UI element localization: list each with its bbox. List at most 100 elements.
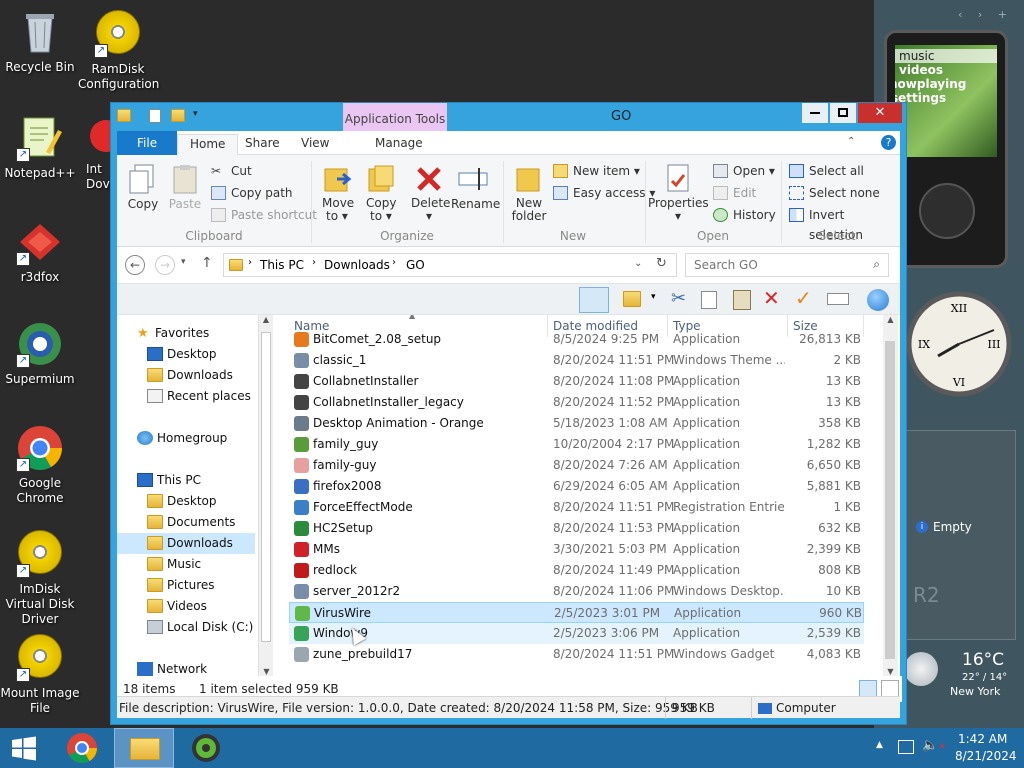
search-icon[interactable]: ⌕ — [873, 257, 880, 272]
nav-homegroup[interactable]: Homegroup — [137, 428, 227, 449]
breadcrumb-downloads[interactable]: Downloads — [324, 258, 390, 272]
weather-gadget[interactable]: 16°C 22° / 14° New York — [904, 640, 1020, 704]
new-folder-icon[interactable] — [171, 109, 185, 122]
properties-icon[interactable] — [149, 109, 161, 123]
zune-pad[interactable] — [919, 183, 975, 239]
start-button[interactable] — [0, 728, 48, 768]
cut-button[interactable]: ✂ Cut — [211, 161, 252, 181]
copy-icon[interactable] — [701, 291, 717, 309]
file-row[interactable]: VirusWire 2/5/2023 3:01 PM Application 960 … — [289, 602, 864, 623]
search-box[interactable]: ⌕ — [685, 253, 889, 277]
file-row[interactable]: BitComet_2.08_setup 8/5/2024 9:25 PM Appli… — [289, 329, 864, 350]
file-list-scrollbar[interactable]: ▲ ▼ — [883, 315, 898, 676]
select-none-button[interactable]: Select none — [789, 183, 880, 203]
taskbar-file-explorer[interactable] — [114, 728, 174, 768]
tray-overflow-icon[interactable]: ▲ — [876, 740, 883, 750]
history-button[interactable]: History — [713, 205, 776, 225]
properties-button[interactable]: Properties ▾ — [647, 163, 709, 223]
scroll-down-icon[interactable]: ▼ — [259, 667, 274, 676]
rename-icon[interactable] — [827, 293, 849, 305]
paste-button[interactable]: Paste — [167, 163, 203, 211]
nav-pc-music[interactable]: Music — [147, 554, 201, 575]
file-row[interactable]: CollabnetInstaller_legacy 8/20/2024 11:52… — [289, 392, 864, 413]
desktop-icon-imdisk[interactable]: ↗ ImDisk Virtual Disk Driver — [0, 528, 82, 627]
tab-view[interactable]: View — [289, 134, 341, 155]
nav-fav-desktop[interactable]: Desktop — [147, 344, 217, 365]
nav-pc-videos[interactable]: Videos — [147, 596, 207, 617]
title-bar[interactable]: ▾ Application Tools GO ✕ — [111, 103, 906, 131]
scroll-up-icon[interactable]: ▲ — [259, 315, 273, 324]
file-row[interactable]: ForceEffectMode 8/20/2024 11:51 PM Registr… — [289, 497, 864, 518]
chevron-down-icon[interactable]: ▾ — [193, 109, 198, 119]
network-tray-icon[interactable] — [898, 740, 914, 754]
maximize-button[interactable] — [830, 103, 856, 123]
edit-button[interactable]: Edit — [713, 183, 756, 203]
nav-favorites[interactable]: ★ Favorites — [137, 323, 209, 344]
file-row[interactable]: family-guy 8/20/2024 7:26 AM Application 6,… — [289, 455, 864, 476]
desktop-icon-supermium[interactable]: ↗ Supermium — [0, 320, 80, 387]
taskbar-chrome[interactable] — [52, 728, 112, 768]
breadcrumb-this-pc[interactable]: This PC — [260, 258, 304, 272]
nav-this-pc[interactable]: This PC — [137, 470, 201, 491]
recycle-gadget[interactable]: i Empty R2 — [906, 430, 1016, 640]
desktop-icon-int[interactable]: Int Dov — [86, 114, 110, 192]
delete-button[interactable]: Delete ▾ — [407, 163, 451, 223]
back-button[interactable]: ← — [125, 255, 145, 275]
paste-shortcut-button[interactable]: Paste shortcut — [211, 205, 317, 225]
quick-access-toolbar[interactable]: ▾ — [117, 109, 207, 125]
up-button[interactable]: ↑ — [201, 255, 213, 271]
rename-button[interactable]: Rename — [451, 163, 500, 211]
help-icon[interactable]: ? — [881, 135, 896, 150]
tab-home[interactable]: Home — [177, 134, 239, 155]
new-folder-button[interactable]: New folder — [509, 163, 549, 223]
minimize-button[interactable] — [802, 103, 828, 123]
nav-scrollbar[interactable]: ▲ ▼ — [258, 315, 273, 676]
scroll-up-icon[interactable]: ▲ — [883, 315, 898, 324]
select-all-button[interactable]: Select all — [789, 161, 864, 181]
nav-fav-recent[interactable]: Recent places — [147, 386, 251, 407]
delete-icon[interactable]: ✕ — [763, 286, 780, 310]
copy-path-button[interactable]: Copy path — [211, 183, 293, 203]
paste-icon[interactable] — [733, 290, 751, 310]
tab-share[interactable]: Share — [233, 134, 292, 155]
nav-pc-local-disk[interactable]: Local Disk (C:) — [147, 617, 253, 638]
desktop-icon-ramdisk[interactable]: ↗ RamDisk Configuration — [78, 8, 159, 92]
file-row[interactable]: firefox2008 6/29/2024 6:05 AM Application 5… — [289, 476, 864, 497]
address-dropdown-icon[interactable]: ⌄ — [634, 258, 642, 269]
file-row[interactable]: zune_prebuild17 8/20/2024 11:51 PM Windows… — [289, 644, 864, 665]
file-row[interactable]: family_guy 10/20/2004 2:17 PM Application 1… — [289, 434, 864, 455]
close-button[interactable]: ✕ — [858, 103, 902, 123]
desktop-icon-chrome[interactable]: ↗ Google Chrome — [0, 424, 80, 506]
nav-pc-documents[interactable]: Documents — [147, 512, 235, 533]
tab-file[interactable]: File — [117, 131, 178, 155]
scroll-down-icon[interactable]: ▼ — [883, 667, 898, 676]
cut-icon[interactable]: ✂ — [671, 288, 686, 309]
gadget-nav-arrows[interactable]: ‹ › + — [958, 8, 1013, 21]
recent-locations-button[interactable]: ▾ — [181, 257, 186, 267]
breadcrumb-go[interactable]: GO — [406, 258, 425, 272]
desktop-icon-r3dfox[interactable]: ↗ r3dfox — [0, 218, 80, 285]
clock-time[interactable]: 1:42 AM — [958, 732, 1007, 746]
checkmark-icon[interactable]: ✓ — [795, 286, 812, 310]
file-row[interactable]: Window9 2/5/2023 3:06 PM Application 2,539 … — [289, 623, 864, 644]
easy-access-button[interactable]: Easy access ▾ — [553, 183, 655, 203]
taskbar-app[interactable] — [176, 728, 236, 768]
move-to-button[interactable]: Move to ▾ — [317, 163, 357, 223]
file-row[interactable]: MMs 3/30/2021 5:03 PM Application 2,399 KB — [289, 539, 864, 560]
scroll-thumb[interactable] — [261, 332, 271, 642]
ribbon-expand-icon[interactable]: ⌃ — [847, 136, 855, 147]
file-row[interactable]: classic_1 8/20/2024 11:51 PM Windows Theme… — [289, 350, 864, 371]
nav-pc-desktop[interactable]: Desktop — [147, 491, 217, 512]
new-item-button[interactable]: New item ▾ — [553, 161, 640, 181]
chevron-down-icon[interactable]: ▾ — [651, 292, 656, 302]
invert-selection-button[interactable]: Invert selection — [789, 205, 900, 242]
desktop-icon-mount-image[interactable]: ↗ Mount Image File — [0, 632, 80, 716]
folder-options-icon[interactable] — [623, 291, 641, 307]
file-row[interactable]: Desktop Animation - Orange 5/18/2023 1:08… — [289, 413, 864, 434]
nav-pc-pictures[interactable]: Pictures — [147, 575, 215, 596]
volume-muted-icon[interactable]: 🔈✕ — [922, 738, 946, 753]
preview-pane-icon[interactable] — [579, 287, 609, 313]
search-input[interactable] — [694, 255, 864, 275]
address-bar[interactable]: › This PC › Downloads › GO ⌄ ↻ — [223, 253, 677, 277]
desktop-icon-notepadpp[interactable]: ↗ Notepad++ — [0, 114, 80, 181]
